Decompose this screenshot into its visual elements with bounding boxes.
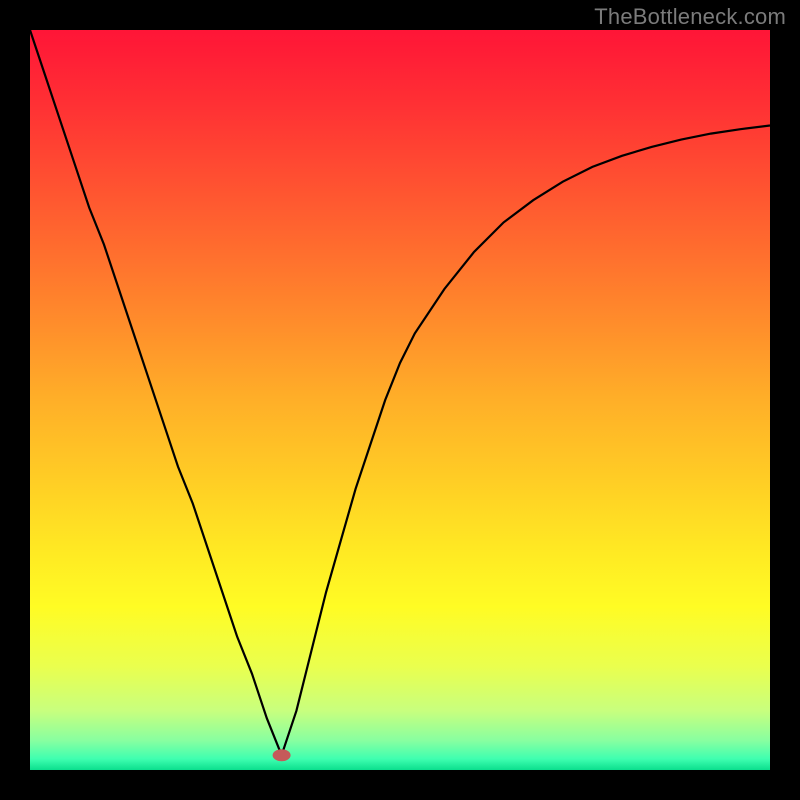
- watermark-text: TheBottleneck.com: [594, 4, 786, 30]
- minimum-marker: [273, 749, 291, 761]
- plot-area: [30, 30, 770, 770]
- chart-frame: TheBottleneck.com: [0, 0, 800, 800]
- gradient-background: [30, 30, 770, 770]
- chart-svg: [30, 30, 770, 770]
